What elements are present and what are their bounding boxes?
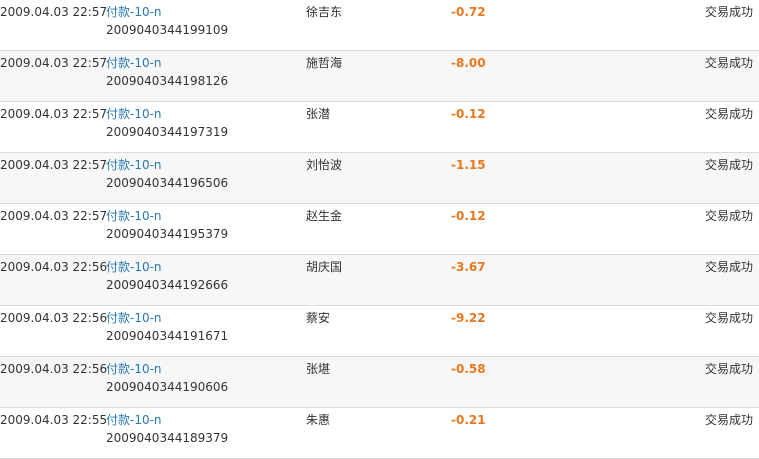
transaction-serial: 2009040344189379 (106, 431, 229, 445)
counterparty-name: 张潜 (306, 107, 331, 121)
transaction-title: 付款-10-n (106, 309, 162, 327)
transaction-amount: -3.67 (451, 260, 486, 274)
counterparty-name: 赵生金 (306, 209, 343, 223)
table-row: 2009.04.03 22:55 付款-10-n 200904034418937… (0, 408, 759, 459)
transaction-title: 付款-10-n (106, 156, 162, 174)
transaction-amount: -8.00 (451, 56, 486, 70)
transaction-status: 交易成功 (704, 209, 753, 223)
transaction-status: 交易成功 (704, 107, 753, 121)
transaction-serial: 2009040344196506 (106, 176, 229, 190)
transaction-time: 2009.04.03 22:56 (0, 362, 108, 376)
transaction-status: 交易成功 (704, 413, 753, 427)
transaction-serial: 2009040344198126 (106, 74, 229, 88)
transaction-table: 2009.04.03 22:57 付款-10-n 200904034419910… (0, 0, 759, 459)
transaction-time: 2009.04.03 22:57 (0, 107, 108, 121)
transaction-title: 付款-10-n (106, 105, 162, 123)
transaction-title: 付款-10-n (106, 360, 162, 378)
table-row: 2009.04.03 22:56 付款-10-n 200904034419060… (0, 357, 759, 408)
transaction-title: 付款-10-n (106, 3, 162, 21)
transaction-title: 付款-10-n (106, 411, 162, 429)
transaction-title-link[interactable]: 付款-10-n (106, 362, 162, 376)
transaction-amount: -0.58 (451, 362, 486, 376)
transaction-serial: 2009040344195379 (106, 227, 229, 241)
transaction-status: 交易成功 (704, 311, 753, 325)
counterparty-name: 张堪 (306, 362, 331, 376)
transaction-status: 交易成功 (704, 56, 753, 70)
transaction-amount: -0.12 (451, 107, 486, 121)
table-row: 2009.04.03 22:57 付款-10-n 200904034419910… (0, 0, 759, 51)
table-row: 2009.04.03 22:56 付款-10-n 200904034419167… (0, 306, 759, 357)
transaction-status: 交易成功 (704, 260, 753, 274)
transaction-amount: -0.72 (451, 5, 486, 19)
counterparty-name: 蔡安 (306, 311, 331, 325)
transaction-title-link[interactable]: 付款-10-n (106, 5, 162, 19)
transaction-serial: 2009040344199109 (106, 23, 229, 37)
counterparty-name: 施哲海 (306, 56, 343, 70)
transaction-time: 2009.04.03 22:56 (0, 260, 108, 274)
table-row: 2009.04.03 22:57 付款-10-n 200904034419812… (0, 51, 759, 102)
transaction-title-link[interactable]: 付款-10-n (106, 311, 162, 325)
transaction-status: 交易成功 (704, 5, 753, 19)
transaction-time: 2009.04.03 22:55 (0, 413, 108, 427)
table-row: 2009.04.03 22:57 付款-10-n 200904034419537… (0, 204, 759, 255)
counterparty-name: 胡庆国 (306, 260, 343, 274)
transaction-title-link[interactable]: 付款-10-n (106, 107, 162, 121)
transaction-serial: 2009040344190606 (106, 380, 229, 394)
transaction-title: 付款-10-n (106, 54, 162, 72)
transaction-time: 2009.04.03 22:57 (0, 56, 108, 70)
counterparty-name: 朱惠 (306, 413, 331, 427)
transaction-amount: -1.15 (451, 158, 486, 172)
counterparty-name: 刘怡波 (306, 158, 343, 172)
transaction-title-link[interactable]: 付款-10-n (106, 260, 162, 274)
transaction-status: 交易成功 (704, 158, 753, 172)
transaction-title: 付款-10-n (106, 207, 162, 225)
transaction-serial: 2009040344192666 (106, 278, 229, 292)
transaction-amount: -0.21 (451, 413, 486, 427)
transaction-time: 2009.04.03 22:57 (0, 5, 108, 19)
transaction-serial: 2009040344191671 (106, 329, 229, 343)
table-row: 2009.04.03 22:57 付款-10-n 200904034419650… (0, 153, 759, 204)
counterparty-name: 徐吉东 (306, 5, 343, 19)
transaction-amount: -9.22 (451, 311, 486, 325)
transaction-time: 2009.04.03 22:56 (0, 311, 108, 325)
table-row: 2009.04.03 22:56 付款-10-n 200904034419266… (0, 255, 759, 306)
transaction-title-link[interactable]: 付款-10-n (106, 158, 162, 172)
transaction-title-link[interactable]: 付款-10-n (106, 209, 162, 223)
transaction-time: 2009.04.03 22:57 (0, 158, 108, 172)
transaction-title: 付款-10-n (106, 258, 162, 276)
transaction-serial: 2009040344197319 (106, 125, 229, 139)
transaction-status: 交易成功 (704, 362, 753, 376)
table-row: 2009.04.03 22:57 付款-10-n 200904034419731… (0, 102, 759, 153)
transaction-time: 2009.04.03 22:57 (0, 209, 108, 223)
transaction-title-link[interactable]: 付款-10-n (106, 413, 162, 427)
transaction-title-link[interactable]: 付款-10-n (106, 56, 162, 70)
transaction-amount: -0.12 (451, 209, 486, 223)
